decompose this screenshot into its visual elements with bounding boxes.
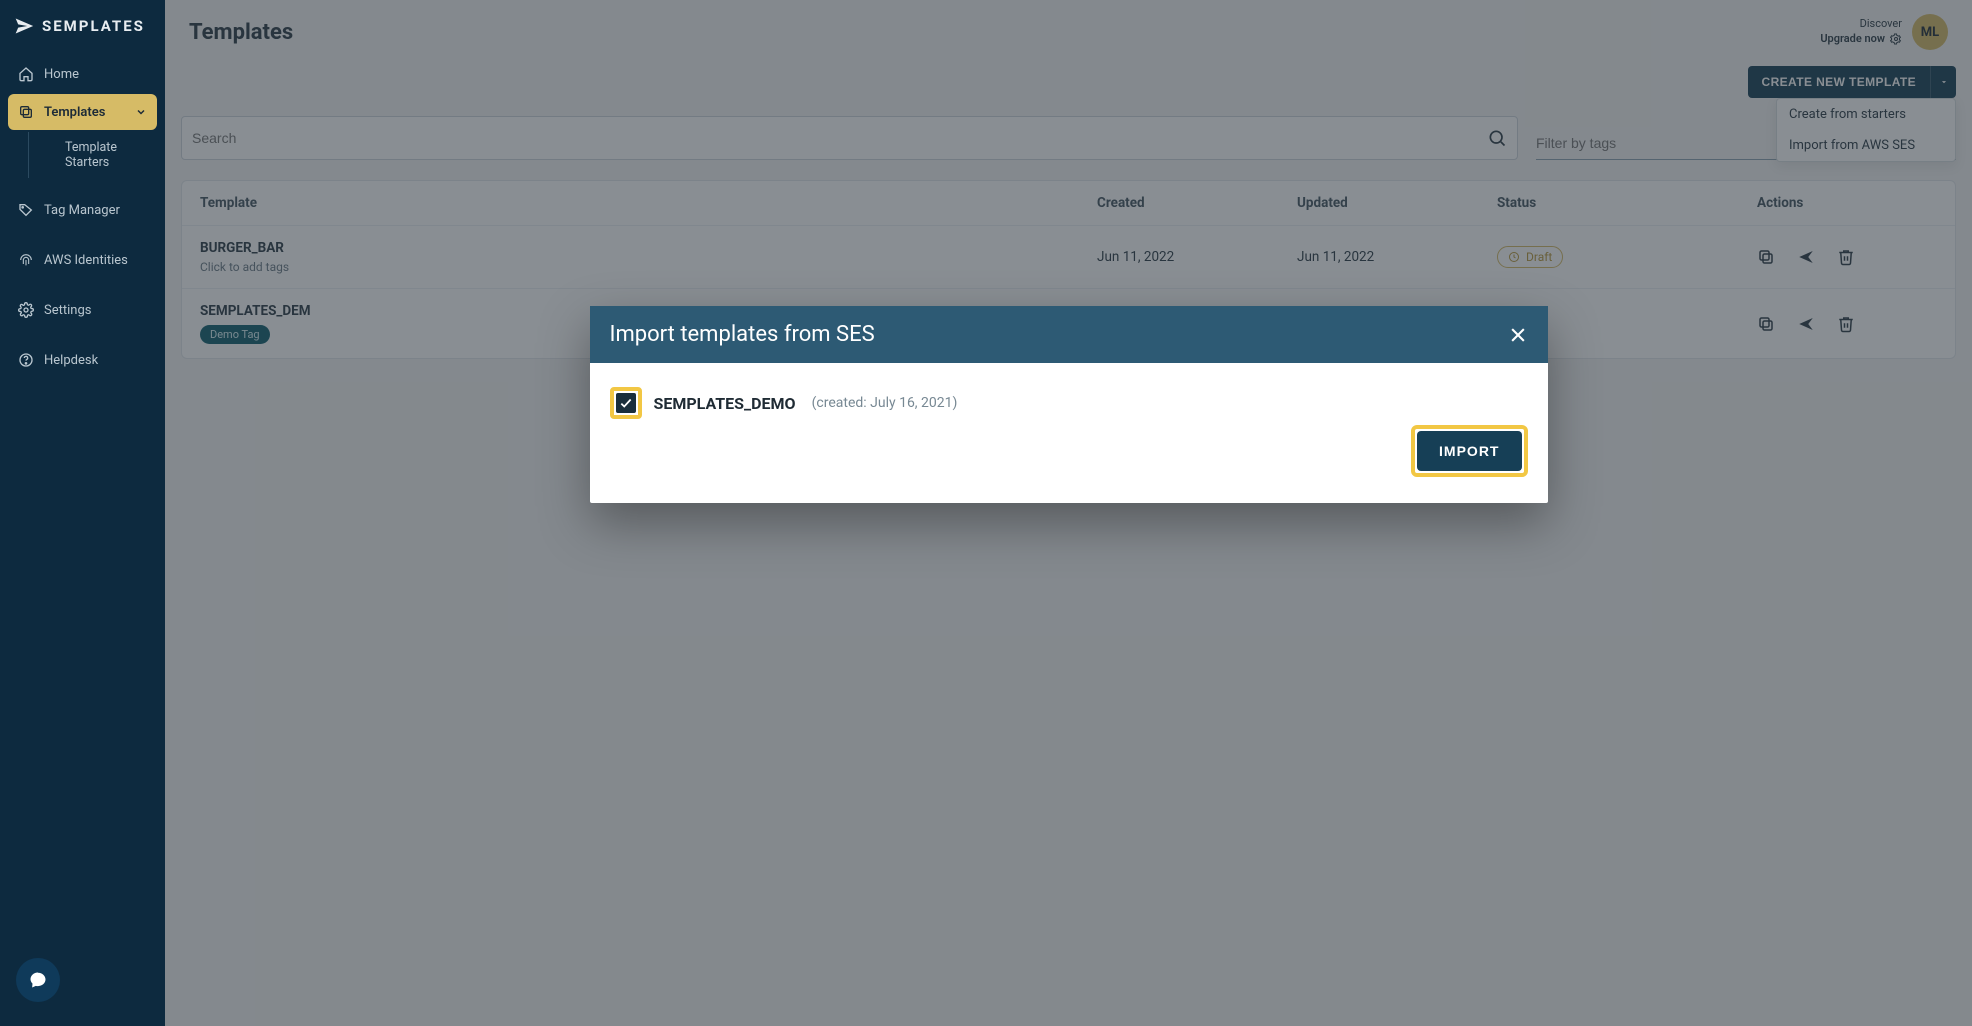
tag-icon	[18, 202, 34, 218]
sidebar-item-label: AWS Identities	[44, 253, 128, 268]
sidebar-item-label: Home	[44, 67, 79, 82]
help-icon	[18, 352, 34, 368]
home-icon	[18, 66, 34, 82]
copy-icon	[18, 104, 34, 120]
chat-support-button[interactable]	[16, 958, 60, 1002]
sidebar-item-label: Templates	[44, 105, 105, 120]
close-icon[interactable]	[1508, 325, 1528, 345]
modal-header: Import templates from SES	[590, 306, 1548, 363]
modal-body: SEMPLATES_DEMO (created: July 16, 2021) …	[590, 363, 1548, 503]
import-button[interactable]: IMPORT	[1417, 431, 1521, 471]
fingerprint-icon	[18, 252, 34, 268]
sidebar: SEMPLATES Home Templates Template Starte…	[0, 0, 165, 1026]
import-button-highlight: IMPORT	[1411, 425, 1527, 477]
sidebar-item-label: Tag Manager	[44, 203, 120, 218]
sidebar-item-tag-manager[interactable]: Tag Manager	[8, 192, 157, 228]
main-content: Templates Discover Upgrade now ML CREATE…	[165, 0, 1972, 1026]
chat-icon	[28, 970, 48, 990]
template-checkbox[interactable]	[616, 393, 636, 413]
sidebar-item-label: Helpdesk	[44, 353, 98, 368]
import-ses-modal: Import templates from SES SEMPLATES_DEMO…	[590, 306, 1548, 503]
checkbox-highlight	[610, 387, 642, 419]
brand-logo: SEMPLATES	[0, 0, 165, 56]
modal-actions: IMPORT	[610, 425, 1528, 477]
sidebar-item-templates[interactable]: Templates	[8, 94, 157, 130]
sidebar-subitem-template-starters[interactable]: Template Starters	[28, 132, 157, 178]
gear-icon	[18, 302, 34, 318]
sidebar-item-helpdesk[interactable]: Helpdesk	[8, 342, 157, 378]
sidebar-item-settings[interactable]: Settings	[8, 292, 157, 328]
modal-title: Import templates from SES	[610, 322, 875, 347]
sidebar-item-label: Settings	[44, 303, 91, 318]
import-item-name: SEMPLATES_DEMO	[654, 394, 796, 413]
modal-overlay: Import templates from SES SEMPLATES_DEMO…	[165, 0, 1972, 1026]
import-item-row: SEMPLATES_DEMO (created: July 16, 2021)	[610, 387, 1528, 419]
chevron-down-icon	[135, 106, 147, 118]
brand-text: SEMPLATES	[42, 17, 145, 35]
import-item-meta: (created: July 16, 2021)	[812, 395, 958, 411]
sidebar-item-aws-identities[interactable]: AWS Identities	[8, 242, 157, 278]
paper-plane-icon	[14, 16, 34, 36]
sidebar-item-home[interactable]: Home	[8, 56, 157, 92]
sidebar-nav: Home Templates Template Starters Tag Man…	[0, 56, 165, 378]
